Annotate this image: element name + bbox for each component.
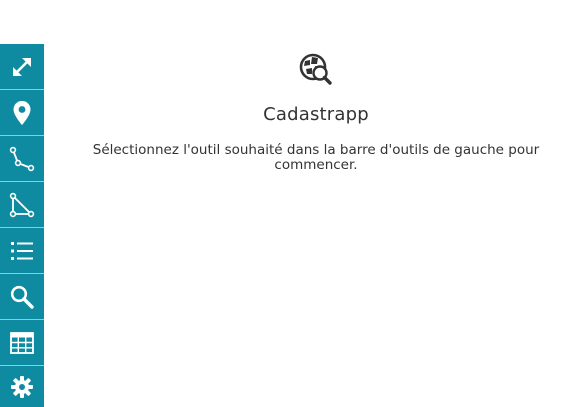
cadastrapp-panel: Cadastrapp Sélectionnez l'outil souhaité… — [44, 0, 585, 407]
tool-search-button[interactable] — [0, 274, 44, 320]
tool-list-button[interactable] — [0, 228, 44, 274]
left-toolbar — [0, 44, 44, 407]
tool-table-button[interactable] — [0, 320, 44, 366]
line-select-icon — [9, 146, 35, 171]
tool-plot-select-button[interactable] — [0, 90, 44, 136]
table-icon — [10, 331, 34, 354]
gear-icon — [11, 375, 33, 398]
tool-polygon-select-button[interactable] — [0, 182, 44, 228]
search-icon — [10, 285, 34, 309]
cadastre-search-icon — [298, 52, 334, 86]
tool-settings-button[interactable] — [0, 366, 44, 407]
expand-icon — [13, 57, 31, 76]
polygon-select-icon — [9, 192, 35, 217]
instruction-text: Sélectionnez l'outil souhaité dans la ba… — [92, 142, 540, 173]
tool-line-select-button[interactable] — [0, 136, 44, 182]
list-icon — [11, 241, 33, 260]
map-marker-icon — [13, 100, 31, 125]
panel-title: Cadastrapp — [263, 104, 369, 125]
tool-expand-button[interactable] — [0, 44, 44, 90]
